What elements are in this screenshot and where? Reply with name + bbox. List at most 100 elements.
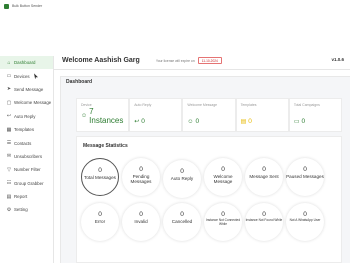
stat-count: 0 xyxy=(262,211,266,218)
chat-icon: ▢ xyxy=(6,99,12,106)
stat-value: 7 Instances xyxy=(89,107,124,125)
stat-label: Templates xyxy=(240,103,257,107)
stat-pending-messages[interactable]: 0 Pending Messages xyxy=(122,158,160,196)
stat-caption: Instance Not Found While xyxy=(245,218,283,222)
stat-count: 0 xyxy=(221,166,225,173)
stat-paused-messages[interactable]: 0 Paused Messages xyxy=(286,158,324,196)
stat-instance-not-found[interactable]: 0 Instance Not Found While xyxy=(245,203,283,241)
group-icon: ☷ xyxy=(6,180,12,187)
sidebar-item-label: Contacts xyxy=(14,140,32,146)
stat-caption: Welcome Message xyxy=(213,174,233,185)
stat-welcome-message[interactable]: 0 Welcome Message xyxy=(204,158,242,196)
unsubscribe-icon: ✉ xyxy=(6,153,12,160)
sidebar-item-unsubscribers[interactable]: ✉ Unsubscribers xyxy=(0,150,53,163)
welcome-heading: Welcome Aashish Garg xyxy=(62,57,140,64)
sidebar-item-auto-reply[interactable]: ↩ Auto Reply xyxy=(0,110,53,123)
reply-icon: ↩ xyxy=(6,113,12,120)
stat-count: 0 xyxy=(221,211,225,218)
license-expiry-date: 11-10-2024 xyxy=(197,57,222,64)
stat-label: Welcome Message xyxy=(187,103,218,107)
stat-count: 0 xyxy=(98,211,102,218)
sidebar-item-label: Templates xyxy=(14,127,35,133)
sidebar-item-label: Setting xyxy=(14,207,28,213)
stat-count: 0 xyxy=(303,166,307,173)
sidebar-item-label: Dashboard xyxy=(14,60,36,66)
stat-caption: Auto Reply xyxy=(170,176,194,181)
sidebar-item-label: Devices xyxy=(14,73,30,79)
contacts-icon: ☰ xyxy=(6,140,12,147)
stat-not-whatsapp-user[interactable]: 0 Not A WhatsApp User xyxy=(286,203,324,241)
stat-caption: Instance Not Connected While xyxy=(205,218,241,226)
stat-count: 0 xyxy=(303,211,307,218)
stat-total-messages[interactable]: 0 Total Messages xyxy=(81,158,119,196)
stat-caption: Not A WhatsApp User xyxy=(289,218,321,222)
stat-count: 0 xyxy=(262,166,266,173)
monitor-icon: ▭ xyxy=(6,73,12,80)
sidebar-item-dashboard[interactable]: ⌂ Dashboard xyxy=(0,56,53,70)
home-icon: ⌂ xyxy=(7,59,11,66)
version-label: v1.0.6 xyxy=(331,57,344,62)
stat-value: 0 xyxy=(248,118,252,125)
header-bar: Welcome Aashish Garg Your license will e… xyxy=(54,52,350,70)
stat-caption: Cancelled xyxy=(171,219,193,224)
title-bar: Bulk Button Sender xyxy=(0,0,350,12)
sidebar-item-welcome-message[interactable]: ▢ Welcome Message xyxy=(0,96,53,109)
page-title: Dashboard xyxy=(66,79,93,85)
stat-label: Total Campaigns xyxy=(293,103,320,107)
sidebar-item-report[interactable]: ▤ Report xyxy=(0,190,53,203)
sidebar-item-templates[interactable]: ▦ Templates xyxy=(0,123,53,136)
message-statistics-panel: Message Statistics 0 Total Messages 0 Pe… xyxy=(76,136,342,263)
mouse-cursor-icon xyxy=(34,73,38,80)
device-icon: ☺ xyxy=(81,113,88,119)
sidebar-item-contacts[interactable]: ☰ Contacts xyxy=(0,136,53,149)
license-expiry-text: Your license will expire on xyxy=(155,58,195,63)
stat-message-sent[interactable]: 0 Message Sent xyxy=(245,158,283,196)
stat-count: 0 xyxy=(139,211,143,218)
stat-invalid[interactable]: 0 Invalid xyxy=(122,203,160,241)
stat-count: 0 xyxy=(180,168,184,175)
license-expiry: Your license will expire on 11-10-2024 xyxy=(156,57,222,64)
campaign-icon: ▭ xyxy=(293,119,300,125)
stat-instance-not-connected[interactable]: 0 Instance Not Connected While xyxy=(204,203,242,241)
stat-caption: Error xyxy=(94,219,106,224)
stat-count: 0 xyxy=(139,166,143,173)
filter-icon: ▽ xyxy=(7,166,11,173)
stat-caption: Invalid xyxy=(134,219,148,224)
sidebar-item-number-filter[interactable]: ▽ Number Filter xyxy=(0,163,53,176)
stat-label: Auto Reply xyxy=(134,103,152,107)
reply-icon: ↩ xyxy=(134,119,140,125)
sidebar-item-devices[interactable]: ▭ Devices xyxy=(0,69,53,82)
sidebar-item-group-grabber[interactable]: ☷ Group Grabber xyxy=(0,177,53,190)
sidebar-item-label: Number Filter xyxy=(14,167,41,173)
send-icon: ➤ xyxy=(6,86,12,93)
sidebar-item-setting[interactable]: ⚙ Setting xyxy=(0,203,53,216)
sidebar-item-label: Group Grabber xyxy=(14,180,44,186)
stat-card-total-campaigns[interactable]: Total Campaigns ▭ 0 xyxy=(288,98,343,132)
report-icon: ▤ xyxy=(6,193,12,200)
sidebar: ⌂ Dashboard ▭ Devices ➤ Send Message ▢ W… xyxy=(0,56,54,263)
sidebar-item-label: Unsubscribers xyxy=(14,153,43,159)
gear-icon: ⚙ xyxy=(6,206,12,213)
app-title: Bulk Button Sender xyxy=(12,4,43,8)
stat-caption: Pending Messages xyxy=(130,174,152,185)
message-statistics-title: Message Statistics xyxy=(83,143,128,149)
template-icon: ▦ xyxy=(6,126,12,133)
sidebar-item-label: Welcome Message xyxy=(14,100,52,106)
sidebar-item-label: Auto Reply xyxy=(14,113,36,119)
stat-error[interactable]: 0 Error xyxy=(81,203,119,241)
stat-count: 0 xyxy=(180,211,184,218)
stat-card-templates[interactable]: Templates ▤ 0 xyxy=(235,98,289,132)
stat-card-device[interactable]: Device ☺ 7 Instances xyxy=(76,98,130,132)
stat-card-welcome-message[interactable]: Welcome Message ☺ 0 xyxy=(182,98,236,132)
app-logo-icon xyxy=(4,3,9,9)
sidebar-item-label: Report xyxy=(14,194,28,200)
stat-caption: Paused Messages xyxy=(286,174,324,179)
stat-auto-reply[interactable]: 0 Auto Reply xyxy=(163,160,201,198)
stat-cancelled[interactable]: 0 Cancelled xyxy=(163,203,201,241)
stat-caption: Message Sent xyxy=(249,174,279,179)
sidebar-item-send-message[interactable]: ➤ Send Message xyxy=(0,83,53,96)
stat-card-auto-reply[interactable]: Auto Reply ↩ 0 xyxy=(129,98,183,132)
sidebar-item-label: Send Message xyxy=(14,86,44,92)
stat-value: 0 xyxy=(195,118,200,125)
stat-value: 0 xyxy=(141,118,145,125)
